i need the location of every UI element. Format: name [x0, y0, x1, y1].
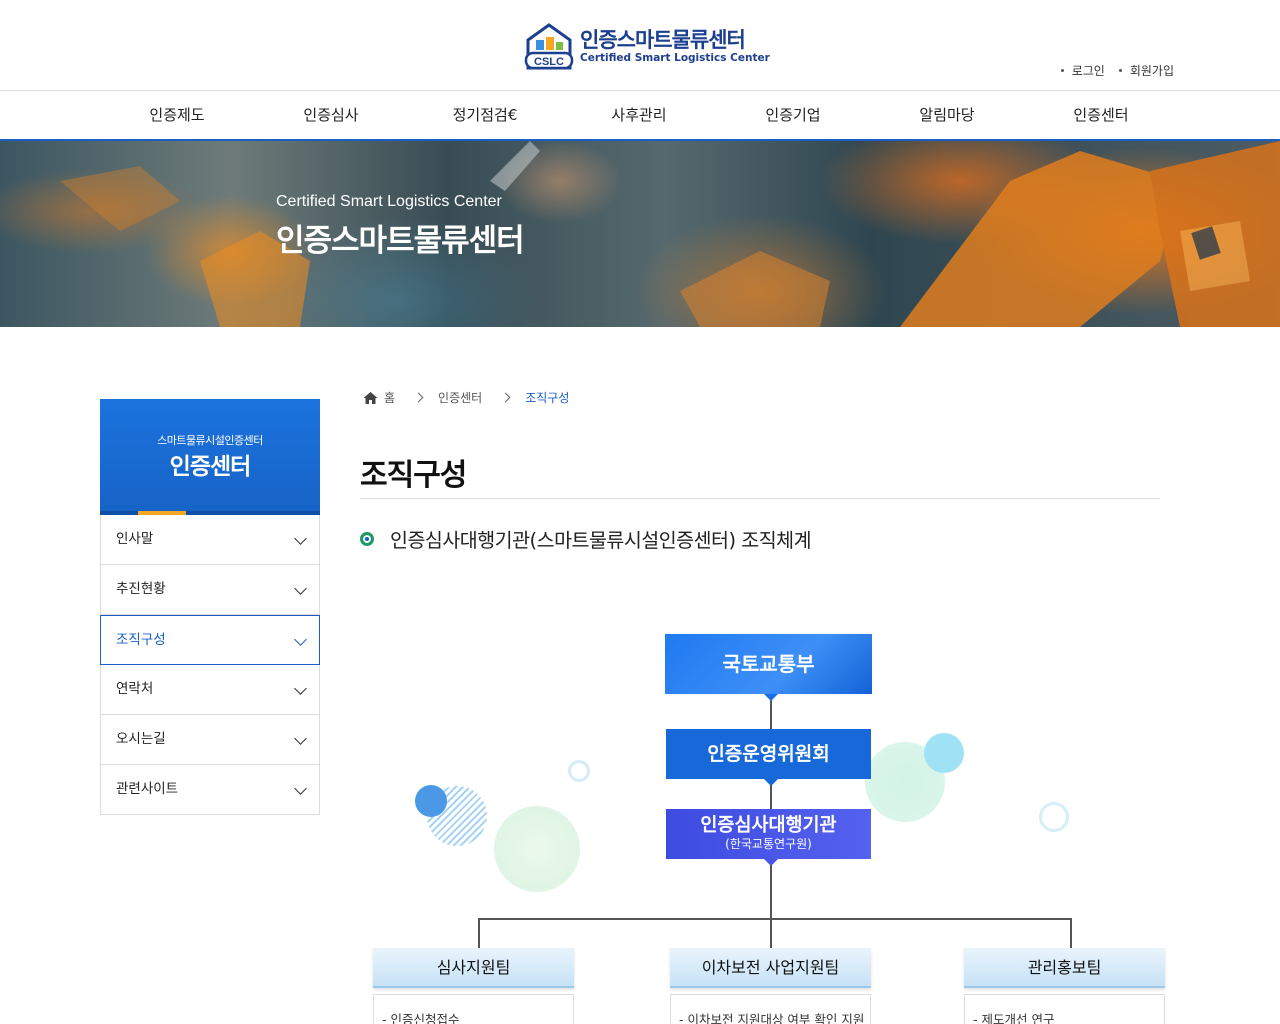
breadcrumb-current: 조직구성: [525, 391, 570, 405]
side-nav-title: 인증센터: [169, 454, 252, 480]
org-node-agency: 인증심사대행기관 (한국교통연구원): [666, 809, 871, 859]
side-nav-item-related-sites[interactable]: 관련사이트: [100, 765, 320, 815]
site-logo[interactable]: CSLC 인증스마트물류센터 Certified Smart Logistics…: [524, 20, 770, 72]
chevron-down-icon: [294, 582, 307, 595]
org-node-ministry: 국토교통부: [665, 634, 872, 694]
gnb-item-notice[interactable]: 알림마당: [870, 91, 1024, 139]
breadcrumb-level1[interactable]: 인증센터: [438, 389, 482, 406]
side-nav-subtitle: 스마트물류시설인증센터: [157, 434, 263, 447]
logo-title: 인증스마트물류센터: [580, 28, 746, 52]
chevron-right-icon: [413, 392, 424, 403]
side-nav-item-label: 인사말: [116, 531, 154, 547]
chevron-down-icon: [294, 732, 307, 745]
banner-title-english: Certified Smart Logistics Center: [276, 193, 502, 210]
chevron-down-icon: [294, 532, 307, 545]
breadcrumb: 홈 인증센터 조직구성: [363, 389, 569, 406]
decor-circle: [924, 733, 964, 773]
gnb-item-certified-companies[interactable]: 인증기업: [716, 91, 870, 139]
org-team-duty: - 이차보전 지원대상 여부 확인 지원: [670, 994, 871, 1024]
side-nav: 스마트물류시설인증센터 인증센터 인사말 추진현황 조직구성 연락처 오시는길 …: [100, 399, 320, 815]
chevron-down-icon: [294, 682, 307, 695]
org-team-review-support: 심사지원팀: [373, 948, 574, 988]
logo-mark-icon: CSLC: [524, 20, 574, 72]
logo-mark-text: CSLC: [534, 56, 564, 68]
side-nav-item-label: 관련사이트: [116, 781, 179, 797]
gnb-item-certification-review[interactable]: 인증심사: [254, 91, 408, 139]
side-nav-item-progress[interactable]: 추진현황: [100, 565, 320, 615]
org-team-duty: - 제도개선 연구: [964, 994, 1165, 1024]
utility-menu: 로그인 회원가입: [1061, 62, 1174, 79]
org-team-pr-management: 관리홍보팀: [964, 948, 1165, 988]
org-team-interest-support: 이차보전 사업지원팀: [670, 948, 871, 988]
section-title: 인증심사대행기관(스마트물류시설인증센터) 조직체계: [360, 524, 812, 553]
banner-title: 인증스마트물류센터: [276, 223, 525, 259]
section-title-text: 인증심사대행기관(스마트물류시설인증센터) 조직체계: [390, 529, 812, 552]
decor-circle: [568, 760, 590, 782]
pointer-icon: [764, 859, 778, 866]
chevron-right-icon: [500, 392, 511, 403]
connector-line: [1070, 918, 1072, 948]
side-nav-item-contact[interactable]: 연락처: [100, 665, 320, 715]
bullet-icon: [360, 531, 374, 546]
chevron-down-icon: [294, 633, 307, 646]
side-nav-header: 스마트물류시설인증센터 인증센터: [100, 399, 320, 515]
side-nav-item-organization[interactable]: 조직구성: [100, 615, 320, 665]
org-node-agency-name: 인증심사대행기관: [700, 815, 837, 836]
sub-visual-banner: Certified Smart Logistics Center 인증스마트물류…: [0, 141, 1280, 327]
connector-line: [478, 918, 1072, 920]
side-nav-item-label: 연락처: [116, 681, 154, 697]
site-header: CSLC 인증스마트물류센터 Certified Smart Logistics…: [0, 0, 1280, 90]
gnb-item-certification-system[interactable]: 인증제도: [100, 91, 254, 139]
org-node-agency-sub: (한국교통연구원): [725, 837, 812, 851]
connector-line: [478, 918, 480, 948]
side-nav-item-directions[interactable]: 오시는길: [100, 715, 320, 765]
side-nav-item-greeting[interactable]: 인사말: [100, 515, 320, 565]
gnb-item-certification-center[interactable]: 인증센터: [1024, 91, 1178, 139]
home-icon[interactable]: [363, 391, 378, 405]
pointer-icon: [764, 779, 778, 786]
org-team-duty: - 인증신청접수: [373, 994, 574, 1024]
side-nav-item-label: 조직구성: [116, 632, 166, 648]
gnb-item-post-management[interactable]: 사후관리: [562, 91, 716, 139]
signup-link[interactable]: 회원가입: [1119, 62, 1174, 79]
org-chart: 국토교통부 인증운영위원회 인증심사대행기관 (한국교통연구원) 심사지원팀 이…: [360, 600, 1180, 1024]
breadcrumb-home[interactable]: 홈: [384, 389, 395, 406]
side-nav-item-label: 오시는길: [116, 731, 166, 747]
title-divider: [360, 498, 1160, 499]
pointer-icon: [764, 694, 778, 701]
connector-line: [770, 859, 772, 948]
login-link[interactable]: 로그인: [1061, 62, 1105, 79]
page-title: 조직구성: [360, 458, 467, 493]
decor-circle: [1039, 802, 1069, 832]
side-nav-item-label: 추진현황: [116, 581, 166, 597]
global-nav: 인증제도 인증심사 정기점검€ 사후관리 인증기업 알림마당 인증센터: [0, 90, 1280, 141]
decor-circle: [415, 785, 447, 817]
logo-subtitle: Certified Smart Logistics Center: [580, 52, 770, 64]
decor-circle: [494, 806, 580, 892]
robot-arm-illustration: [60, 141, 1280, 327]
gnb-item-regular-inspection[interactable]: 정기점검€: [408, 91, 562, 139]
org-node-committee: 인증운영위원회: [666, 729, 871, 779]
chevron-down-icon: [294, 782, 307, 795]
